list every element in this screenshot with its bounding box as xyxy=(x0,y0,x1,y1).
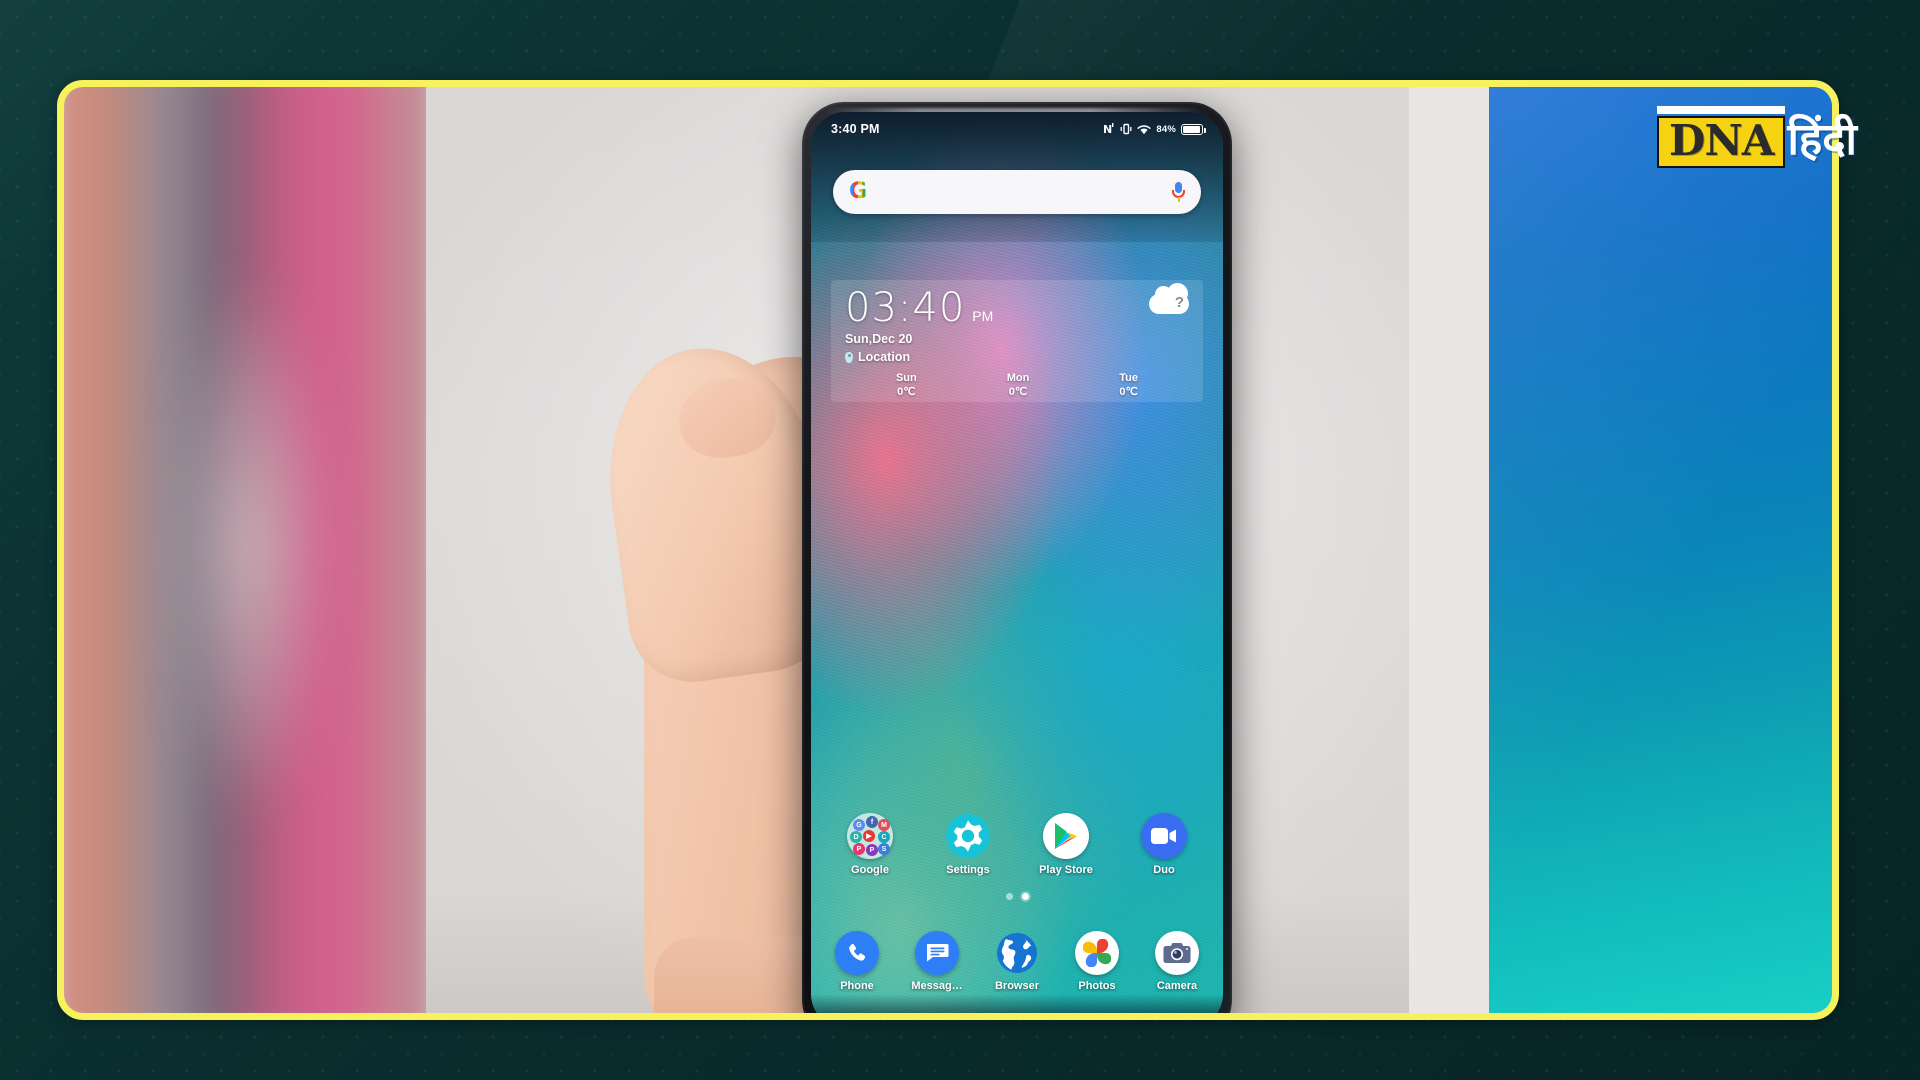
battery-icon xyxy=(1181,123,1206,135)
left-blur-highlight xyxy=(164,267,334,827)
hand-thumbnail xyxy=(674,372,780,464)
dock-label: Photos xyxy=(1078,980,1116,992)
forecast-temp: 0℃ xyxy=(1008,385,1028,398)
right-blue-gradient-panel xyxy=(1489,87,1832,1013)
dock-icon-camera[interactable]: Camera xyxy=(1145,931,1209,992)
clock-location-label: Location xyxy=(858,350,911,364)
app-label: Duo xyxy=(1153,864,1175,876)
forecast-day: Tue xyxy=(1119,372,1139,384)
weather-unknown-glyph: ? xyxy=(1174,294,1184,311)
dna-logo-box: DNA xyxy=(1657,106,1786,168)
app-icon-google[interactable]: G f M D ▶ C P P S Google xyxy=(835,813,905,876)
clock-ampm: PM xyxy=(972,308,994,324)
dock-label: Browser xyxy=(994,980,1040,992)
smartphone-device: 3:40 PM N 84% G 03:40 PM ? Sun,Dec 20 Lo… xyxy=(802,102,1232,1013)
app-label: Play Store xyxy=(1039,864,1093,876)
app-icon-play-store[interactable]: Play Store xyxy=(1031,813,1101,876)
status-bar-clock: 3:40 PM xyxy=(831,122,880,136)
google-photos-icon xyxy=(1075,931,1119,975)
forecast-item: Sun 0℃ xyxy=(896,372,917,400)
google-folder-icon: G f M D ▶ C P P S xyxy=(847,813,893,859)
mic-icon[interactable] xyxy=(1171,181,1185,203)
location-pin-icon xyxy=(845,351,853,363)
forecast-item: Tue 0℃ xyxy=(1119,372,1138,400)
vibrate-icon xyxy=(1120,123,1132,135)
camera-icon xyxy=(1155,931,1199,975)
hindi-logo-text: हिंदी xyxy=(1787,114,1857,165)
play-store-icon xyxy=(1043,813,1089,859)
forecast-item: Mon 0℃ xyxy=(1007,372,1030,400)
right-panel-sheen xyxy=(1489,87,1832,1013)
google-search-bar[interactable]: G xyxy=(833,170,1201,214)
status-bar: 3:40 PM N 84% xyxy=(811,112,1223,146)
media-card-content: 3:40 PM N 84% G 03:40 PM ? Sun,Dec 20 Lo… xyxy=(64,87,1832,1013)
dock-icon-phone[interactable]: Phone xyxy=(825,931,889,992)
dna-hindi-logo[interactable]: DNA हिंदी xyxy=(1642,98,1872,186)
app-icon-duo[interactable]: Duo xyxy=(1129,813,1199,876)
weather-forecast-row: Sun 0℃ Mon 0℃ Tue 0℃ xyxy=(845,372,1189,400)
clock-time: 03:40 xyxy=(845,285,966,331)
svg-text:N: N xyxy=(1103,123,1112,135)
battery-fill-level xyxy=(1183,125,1200,133)
forecast-day: Mon xyxy=(1006,372,1030,384)
clock-time-group: 03:40 PM xyxy=(845,288,993,328)
dock-label: Phone xyxy=(840,980,874,992)
status-bar-icons: N 84% xyxy=(1103,123,1206,135)
dock-label: Camera xyxy=(1156,980,1198,992)
phone-handset-icon xyxy=(835,931,879,975)
dna-logo-topbar xyxy=(1657,106,1786,114)
forecast-temp: 0℃ xyxy=(897,385,916,398)
dock-icon-photos[interactable]: Photos xyxy=(1065,931,1129,992)
app-label: Google xyxy=(851,864,889,876)
phone-screen[interactable]: 3:40 PM N 84% G 03:40 PM ? Sun,Dec 20 Lo… xyxy=(811,112,1223,1013)
home-screen-page-indicator[interactable] xyxy=(811,893,1223,900)
google-g-icon: G xyxy=(849,179,868,204)
app-icon-settings[interactable]: Settings xyxy=(933,813,1003,876)
settings-gear-icon xyxy=(945,813,991,859)
wallpaper-texture xyxy=(811,112,1223,1013)
page-dot-active[interactable] xyxy=(1021,893,1029,900)
page-dot[interactable] xyxy=(1005,893,1013,900)
wifi-icon xyxy=(1137,124,1151,135)
battery-percent-label: 84% xyxy=(1156,123,1176,135)
clock-weather-widget[interactable]: 03:40 PM ? Sun,Dec 20 Location Sun 0℃ Mo… xyxy=(831,280,1203,402)
dock-icon-messages[interactable]: Messag… xyxy=(905,931,969,992)
browser-globe-icon xyxy=(995,931,1039,975)
app-label: Settings xyxy=(946,864,990,876)
duo-video-icon xyxy=(1141,813,1187,859)
forecast-temp: 0℃ xyxy=(1119,385,1138,398)
clock-widget-top-row: 03:40 PM ? xyxy=(845,283,1189,328)
media-card-frame: 3:40 PM N 84% G 03:40 PM ? Sun,Dec 20 Lo… xyxy=(57,80,1839,1020)
forecast-day: Sun xyxy=(895,372,917,384)
clock-date: Sun,Dec 20 xyxy=(845,332,913,346)
nfc-icon: N xyxy=(1103,123,1115,135)
home-screen-dock: Phone Messag… Browser Photos Camera xyxy=(817,931,1217,992)
home-screen-app-row: G f M D ▶ C P P S Google Settings Play S… xyxy=(821,813,1213,876)
cloud-unknown-icon: ? xyxy=(1149,283,1189,316)
messages-bubble-icon xyxy=(915,931,959,975)
clock-location-row[interactable]: Location xyxy=(845,350,1189,364)
dna-logo-text: DNA xyxy=(1669,116,1774,165)
screen-bottom-fade xyxy=(811,994,1223,1013)
dock-label: Messag… xyxy=(911,980,963,992)
home-screen-wallpaper xyxy=(811,112,1223,1013)
dock-icon-browser[interactable]: Browser xyxy=(985,931,1049,992)
